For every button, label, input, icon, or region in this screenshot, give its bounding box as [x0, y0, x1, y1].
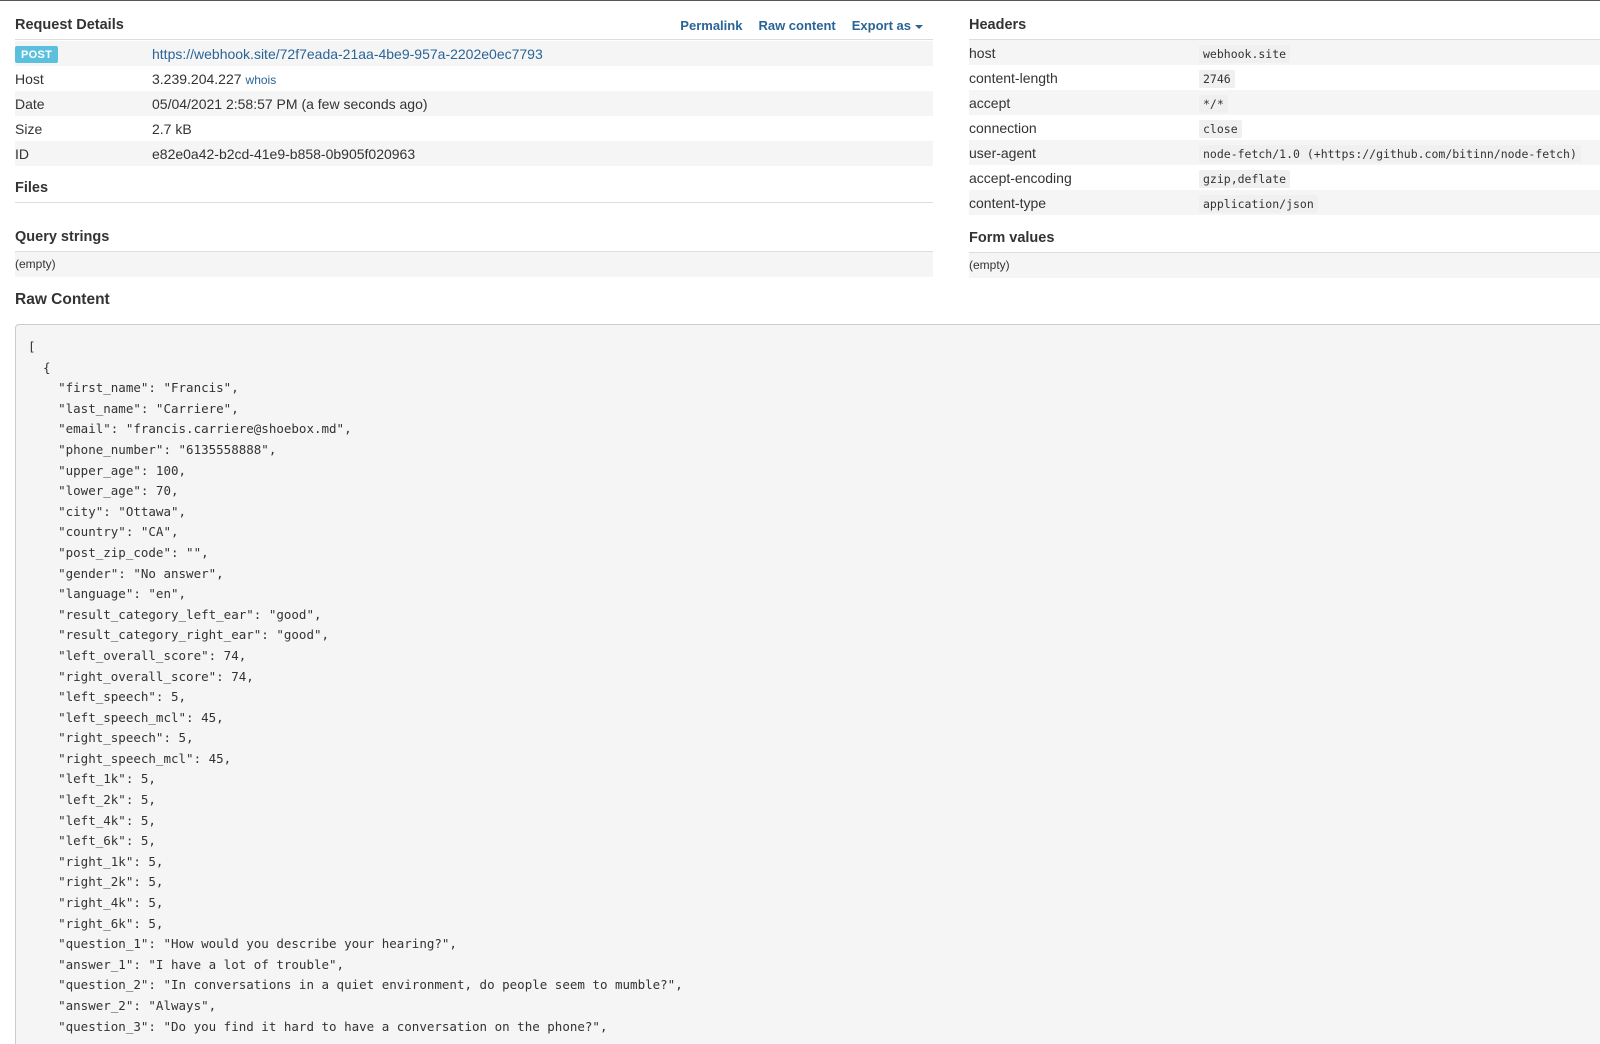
code-line: "answer_2": "Always", [28, 998, 217, 1013]
query-strings-header: Query strings [15, 229, 933, 252]
header-value: gzip,deflate [1199, 169, 1291, 188]
code-line: { [28, 359, 51, 375]
header-key: connection [969, 119, 1037, 136]
date-value: 05/04/2021 2:58:57 PM (a few seconds ago… [152, 91, 933, 116]
raw-content-link[interactable]: Raw content [758, 18, 835, 33]
header-value: application/json [1199, 194, 1318, 213]
request-details-table: POST https://webhook.site/72f7eada-21aa-… [15, 41, 933, 166]
code-line: "left_speech": 5, [28, 689, 187, 705]
request-url-link[interactable]: https://webhook.site/72f7eada-21aa-4be9-… [152, 46, 543, 62]
id-label: ID [15, 141, 152, 166]
header-key: content-length [969, 69, 1058, 86]
query-strings-title: Query strings [15, 229, 110, 245]
table-row: ID e82e0a42-b2cd-41e9-b858-0b905f020963 [15, 141, 933, 166]
header-key: content-type [969, 190, 1199, 215]
code-line: "left_2k": 5, [28, 792, 156, 808]
code-line: "answer_1": "I have a lot of trouble", [28, 956, 345, 972]
date-label: Date [15, 91, 152, 116]
whois-link[interactable]: whois [246, 73, 277, 87]
method-badge: POST [15, 45, 59, 63]
code-line: "right_1k": 5, [28, 853, 164, 869]
code-line: "right_speech_mcl": 45, [28, 750, 232, 766]
headers-panel: Headers host webhook.site content-length 2… [969, 1, 1600, 278]
id-value: e82e0a42-b2cd-41e9-b858-0b905f020963 [152, 141, 933, 166]
header-value: node-fetch/1.0 (+https://github.com/biti… [1199, 144, 1581, 163]
code-line: "result_category_right_ear": "good", [28, 627, 330, 643]
code-line: "phone_number": "6135558888", [28, 441, 277, 457]
table-row: Host 3.239.204.227 whois [15, 66, 933, 91]
code-line: "lower_age": 70, [28, 483, 179, 499]
code-line: "question_2": "In conversations in a qui… [28, 977, 683, 993]
request-actions: Permalink Raw content Export as [680, 18, 933, 33]
code-line: "left_speech_mcl": 45, [28, 709, 224, 725]
form-values-title: Form values [969, 230, 1055, 246]
host-label: Host [15, 70, 44, 87]
export-as-label: Export as [851, 18, 911, 33]
header-value: 2746 [1199, 69, 1235, 88]
code-line: "left_6k": 5, [28, 833, 156, 849]
code-line: "language": "en", [28, 586, 187, 602]
table-row: connection close [969, 115, 1600, 140]
header-value: close [1199, 119, 1242, 138]
headers-header: Headers [969, 17, 1600, 40]
code-line: "right_2k": 5, [28, 874, 164, 890]
host-value: 3.239.204.227 [152, 70, 242, 87]
table-row: Date 05/04/2021 2:58:57 PM (a few second… [15, 91, 933, 116]
files-title: Files [15, 180, 49, 196]
code-line: "left_overall_score": 74, [28, 647, 247, 663]
headers-title: Headers [969, 17, 1027, 33]
permalink-link[interactable]: Permalink [680, 18, 742, 33]
table-row: accept */* [969, 90, 1600, 115]
form-values-header: Form values [969, 230, 1600, 253]
size-label: Size [15, 120, 43, 137]
header-value: webhook.site [1199, 44, 1291, 63]
code-line: "gender": "No answer", [28, 565, 224, 581]
code-line: "question_1": "How would you describe yo… [28, 936, 457, 952]
code-line: "left_1k": 5, [28, 771, 156, 787]
export-as-dropdown[interactable]: Export as [852, 18, 923, 33]
code-line: "city": "Ottawa", [28, 503, 187, 519]
headers-table: host webhook.site content-length 2746 acce… [969, 40, 1600, 215]
request-details-title: Request Details [15, 17, 124, 33]
code-line: "first_name": "Francis", [28, 380, 239, 396]
form-values-empty: (empty) [969, 253, 1600, 278]
request-details-panel: Request Details Permalink Raw content Ex… [15, 1, 933, 277]
raw-content-code: [ { "first_name": "Francis", "last_name"… [28, 337, 1600, 1037]
table-row: Size 2.7 kB [15, 116, 933, 141]
table-row: content-length 2746 [969, 65, 1600, 90]
code-line: "upper_age": 100, [28, 462, 187, 478]
code-line: "post_zip_code": "", [28, 544, 209, 560]
raw-content-title: Raw Content [15, 291, 110, 308]
table-row: content-type application/json [969, 190, 1600, 215]
code-line: "country": "CA", [28, 524, 179, 540]
caret-down-icon [915, 24, 923, 29]
code-line: "right_6k": 5, [28, 915, 164, 931]
table-row: host webhook.site [969, 40, 1600, 65]
code-line: [ [28, 339, 36, 354]
raw-content-box[interactable]: [ { "first_name": "Francis", "last_name"… [15, 324, 1600, 1044]
code-line: "email": "francis.carriere@shoebox.md", [28, 421, 352, 437]
code-line: "right_4k": 5, [28, 895, 164, 911]
size-value: 2.7 kB [152, 120, 192, 137]
header-value: */* [1199, 94, 1228, 113]
code-line: "right_speech": 5, [28, 730, 194, 746]
header-key: user-agent [969, 140, 1199, 165]
query-strings-empty: (empty) [15, 252, 933, 277]
header-key: accept-encoding [969, 169, 1072, 186]
header-key: host [969, 40, 1199, 65]
table-row: POST https://webhook.site/72f7eada-21aa-… [15, 41, 933, 66]
table-row: accept-encoding gzip,deflate [969, 165, 1600, 190]
header-key: accept [969, 90, 1199, 115]
code-line: "last_name": "Carriere", [28, 400, 239, 416]
code-line: "result_category_left_ear": "good", [28, 606, 322, 622]
code-line: "left_4k": 5, [28, 812, 156, 828]
code-line: "right_overall_score": 74, [28, 668, 254, 684]
code-line: "question_3": "Do you find it hard to ha… [28, 1018, 608, 1034]
files-header: Files [15, 180, 933, 203]
table-row: user-agent node-fetch/1.0 (+https://githu… [969, 140, 1600, 165]
request-details-header: Request Details Permalink Raw content Ex… [15, 17, 933, 40]
